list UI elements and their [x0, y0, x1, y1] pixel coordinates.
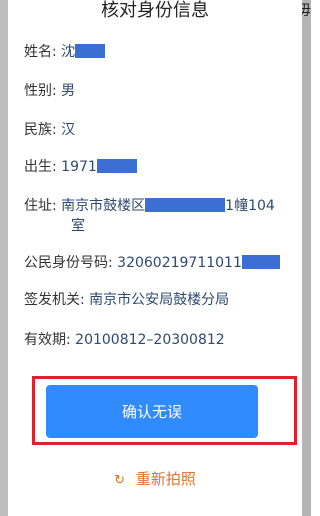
retake-label: 重新拍照	[135, 470, 196, 488]
id-number-row: 公民身份号码: 32060219711011	[24, 252, 294, 272]
ethnicity-row: 民族: 汉	[24, 119, 294, 139]
address-row: 住址: 南京市鼓楼区 1幢104 室	[24, 195, 294, 235]
validity-row: 有效期: 20100812–20300812	[24, 329, 294, 349]
confirm-button[interactable]: 确认无误	[46, 385, 258, 438]
redaction-block	[96, 159, 137, 173]
redaction-block	[241, 255, 280, 269]
issuer-label: 签发机关:	[24, 292, 85, 308]
issuer-row: 签发机关: 南京市公安局鼓楼分局	[24, 289, 294, 309]
name-label: 姓名:	[24, 44, 57, 60]
background-left-edge	[0, 0, 8, 516]
id-number-label: 公民身份号码:	[24, 255, 113, 271]
address-value-line2: 室	[71, 218, 85, 234]
gender-label: 性别:	[24, 83, 57, 99]
ethnicity-label: 民族:	[24, 122, 57, 138]
birth-row: 出生: 1971	[24, 156, 294, 176]
issuer-value: 南京市公安局鼓楼分局	[89, 292, 230, 308]
name-value: 沈	[61, 44, 106, 60]
name-row: 姓名: 沈	[24, 41, 294, 61]
address-label: 住址:	[24, 198, 57, 214]
ethnicity-value: 汉	[61, 122, 76, 138]
refresh-icon: ↻	[114, 473, 126, 488]
birth-value: 1971	[61, 159, 137, 175]
birth-label: 出生:	[24, 159, 57, 175]
validity-label: 有效期:	[24, 332, 71, 348]
background-right-edge	[302, 0, 311, 516]
id-number-value: 32060219711011	[117, 255, 280, 271]
redaction-block	[75, 44, 106, 58]
redaction-block	[145, 198, 226, 212]
validity-value: 20100812–20300812	[75, 332, 225, 348]
address-value: 南京市鼓楼区 1幢104	[61, 198, 275, 214]
id-verification-dialog: 核对身份信息 姓名: 沈 性别: 男 民族: 汉 出生: 1971 住址: 南京…	[8, 0, 302, 516]
gender-value: 男	[61, 83, 76, 99]
dialog-title: 核对身份信息	[101, 0, 209, 21]
retake-button[interactable]: ↻ 重新拍照	[8, 468, 302, 489]
gender-row: 性别: 男	[24, 80, 294, 100]
